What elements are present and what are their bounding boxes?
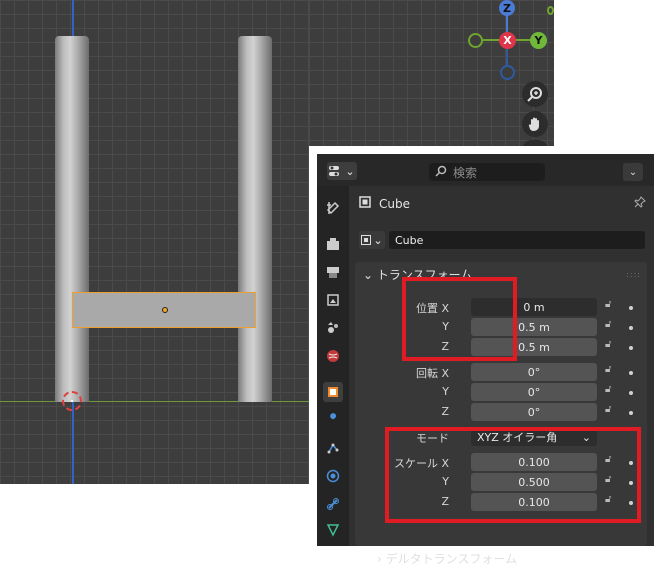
keyframe-dot[interactable] — [629, 411, 633, 415]
keyframe-dot[interactable] — [629, 306, 633, 310]
object-tab-icon[interactable] — [323, 382, 343, 402]
3d-cursor[interactable] — [62, 391, 82, 411]
delta-transform-header[interactable]: › デルタトランスフォーム — [377, 550, 517, 567]
rotation-x-label: 回転 X — [415, 367, 449, 380]
properties-header: ⌄ 検索 ⌄ — [317, 154, 654, 186]
keyframe-dot[interactable] — [629, 371, 633, 375]
tool-tab-icon[interactable] — [323, 198, 343, 218]
drag-grip-icon[interactable]: :::: — [626, 270, 641, 279]
gizmo-z-button[interactable]: Z — [499, 0, 515, 16]
world-tab-icon[interactable] — [323, 346, 343, 366]
viewport-gizmo-area[interactable]: Z X Y — [309, 0, 554, 146]
data-tab-icon[interactable] — [323, 520, 343, 540]
object-title: Cube — [379, 196, 410, 211]
keyframe-dot[interactable] — [629, 326, 633, 330]
3d-viewport[interactable] — [0, 0, 309, 484]
hand-pan-icon[interactable] — [522, 111, 548, 137]
rotation-z-field[interactable]: 0° — [471, 403, 597, 421]
lock-icon[interactable]: 🔓︎ — [605, 299, 617, 310]
left-pillar-object[interactable] — [55, 36, 89, 402]
object-name-row: ⌄ Cube — [359, 230, 645, 250]
object-type-dropdown[interactable]: ⌄ — [359, 231, 385, 249]
properties-tabs — [317, 186, 349, 546]
gizmo-neg-y-button[interactable] — [468, 33, 483, 48]
keyframe-dot[interactable] — [629, 346, 633, 350]
gizmo-lines — [475, 8, 537, 72]
rotation-x-field[interactable]: 0° — [471, 363, 597, 381]
scene-tab-icon[interactable] — [323, 318, 343, 338]
object-origin-dot — [162, 307, 168, 313]
right-pillar-object[interactable] — [238, 36, 272, 402]
search-icon — [435, 165, 447, 180]
object-name-field[interactable]: Cube — [389, 231, 645, 249]
gizmo-y-button[interactable]: Y — [530, 32, 547, 49]
output-tab-icon[interactable] — [323, 262, 343, 282]
location-highlight-box — [402, 277, 517, 361]
object-header: Cube — [359, 196, 410, 211]
options-dropdown[interactable]: ⌄ — [623, 163, 643, 181]
view-layer-tab-icon[interactable] — [323, 290, 343, 310]
editor-type-button[interactable]: ⌄ — [327, 162, 357, 180]
modifier-tab-icon[interactable] — [323, 410, 343, 430]
object-square-icon — [359, 196, 371, 211]
search-input[interactable]: 検索 — [429, 163, 545, 181]
gizmo-neg-x-button[interactable] — [547, 6, 554, 15]
rotation-z-label: Z — [441, 405, 449, 418]
particles-tab-icon[interactable] — [323, 438, 343, 458]
lock-icon[interactable]: 🔓︎ — [605, 384, 617, 395]
gizmo-neg-z-button[interactable] — [500, 65, 515, 80]
search-placeholder: 検索 — [453, 165, 478, 180]
zoom-icon[interactable] — [522, 81, 548, 107]
gap — [309, 146, 317, 546]
keyframe-dot[interactable] — [629, 391, 633, 395]
render-tab-icon[interactable] — [323, 234, 343, 254]
rotation-y-field[interactable]: 0° — [471, 383, 597, 401]
constraints-tab-icon[interactable] — [323, 494, 343, 514]
scale-highlight-box — [385, 427, 641, 523]
lock-icon[interactable]: 🔓︎ — [605, 404, 617, 415]
lock-icon[interactable]: 🔓︎ — [605, 364, 617, 375]
pin-icon[interactable] — [634, 196, 646, 211]
lock-icon[interactable]: 🔓︎ — [605, 319, 617, 330]
lock-icon[interactable]: 🔓︎ — [605, 339, 617, 350]
rotation-y-label: Y — [442, 385, 449, 398]
gizmo-x-button[interactable]: X — [499, 32, 516, 49]
physics-tab-icon[interactable] — [323, 466, 343, 486]
